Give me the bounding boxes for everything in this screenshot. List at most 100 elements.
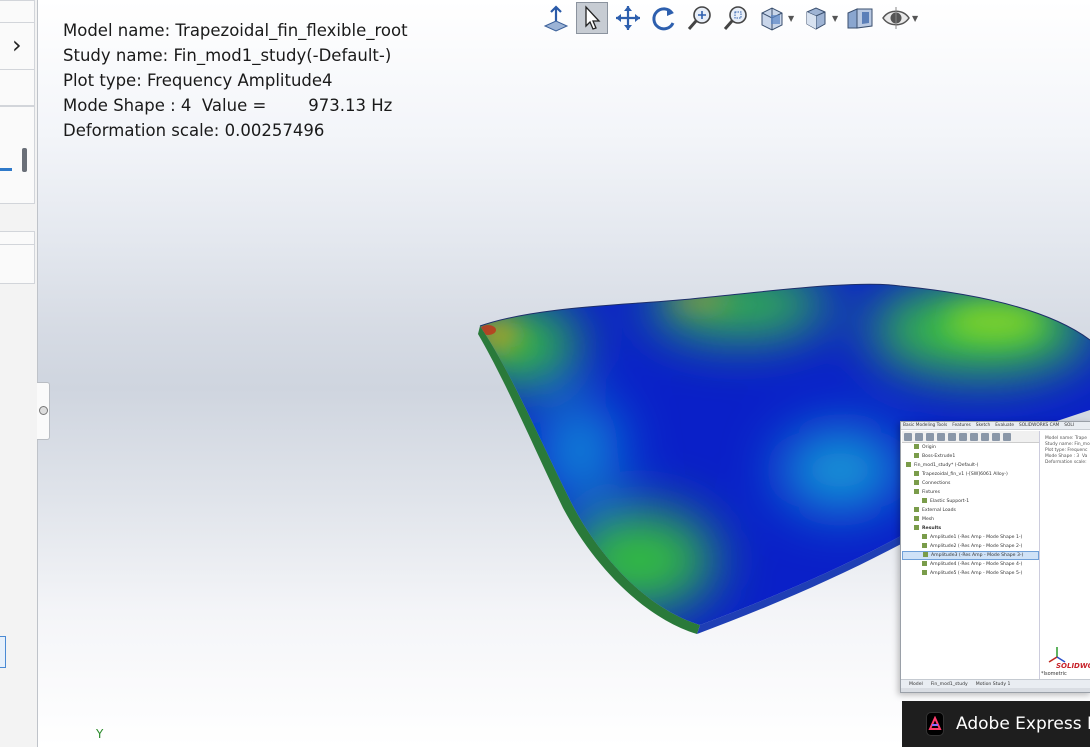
select-arrow-icon[interactable] (576, 2, 608, 34)
thumbnail-bottom-tab: Fin_mod1_study (930, 682, 968, 687)
thumbnail-tree-label: Trapezoidal_fin_v1 (-[SW]6061 Alloy-) (922, 472, 1008, 477)
plot-info-text: Model name: Trapezoidal_fin_flexible_roo… (63, 18, 408, 143)
tree-node-icon (906, 462, 911, 467)
splitter-grip-icon (39, 406, 48, 415)
thumbnail-tree-item: Amplitude3 (-Res Amp - Mode Shape 3-) (902, 551, 1039, 560)
section-view-icon[interactable] (756, 2, 788, 34)
thumbnail-bottom-tab: Motion Study 1 (975, 682, 1011, 687)
study-name-line: Study name: Fin_mod1_study(-Default-) (63, 46, 392, 65)
thumbnail-tree-label: Amplitude2 (-Res Amp - Mode Shape 2-) (930, 544, 1023, 549)
tree-node-icon (914, 480, 919, 485)
taskbar-item-adobe-express[interactable]: Adobe Express P (902, 701, 1090, 747)
thumbnail-tree-item: Fixtures (902, 488, 1039, 497)
thumbnail-info-text: Model name: Trape Study name: Fin_mo Plo… (1045, 436, 1090, 465)
tree-node-icon (914, 444, 919, 449)
thumbnail-tree-item: Amplitude2 (-Res Amp - Mode Shape 2-) (902, 542, 1039, 551)
chevron-right-icon[interactable]: › (12, 33, 22, 57)
zoom-to-area-icon[interactable] (720, 2, 752, 34)
thumbnail-tree-label: Results (922, 526, 942, 531)
panel-strip (0, 231, 35, 245)
thumbnail-tree-label: Connections (922, 481, 951, 486)
thumbnail-tree-label: Mesh (922, 517, 935, 522)
thumbnail-view-label: *Isometric (1041, 671, 1067, 677)
panel-selected-item[interactable] (0, 636, 6, 668)
tree-node-icon (922, 534, 927, 539)
tree-node-icon (922, 570, 927, 575)
thumbnail-tree-item: Results (902, 524, 1039, 533)
chevron-down-icon[interactable]: ▼ (788, 14, 796, 23)
thumbnail-tab: SOLIDWORKS CAM (1019, 423, 1060, 428)
panel-field (0, 244, 35, 284)
tree-node-icon (914, 516, 919, 521)
deformation-scale-line: Deformation scale: 0.00257496 (63, 121, 325, 140)
thumbnail-tree-item: Amplitude5 (-Res Amp - Mode Shape 5-) (902, 569, 1039, 578)
thumbnail-bottom-tab: Model (909, 682, 923, 687)
tree-node-icon (922, 561, 927, 566)
thumbnail-tab: Basic Modeling Tools (903, 423, 948, 428)
panel-selection-indicator (0, 168, 12, 171)
thumbnail-tree-label: Amplitude1 (-Res Amp - Mode Shape 1-) (930, 535, 1023, 540)
mode-shape-line: Mode Shape : 4 Value = 973.13 Hz (63, 96, 393, 115)
tree-node-icon (922, 498, 927, 503)
panel-strip-top (0, 0, 35, 23)
thumbnail-tree-toolbar (902, 431, 1039, 443)
triad-y-axis-label: Y (96, 727, 104, 741)
thumbnail-tree-label: External Loads (922, 508, 956, 513)
taskbar-window-thumbnail[interactable]: Basic Modeling Tools Features Sketch Evalua… (900, 421, 1090, 693)
chevron-down-icon[interactable]: ▼ (912, 14, 920, 23)
hide-show-icon[interactable] (880, 2, 912, 34)
pan-icon[interactable] (612, 2, 644, 34)
thumbnail-tree-label: Amplitude3 (-Res Amp - Mode Shape 3-) (931, 553, 1024, 558)
heads-up-view-toolbar: ▼ ▼ ▼ (540, 0, 920, 36)
thumbnail-tree-label: Boss-Extrude1 (922, 454, 956, 459)
thumbnail-watermark: SOLIDWOR (1056, 662, 1090, 670)
thumbnail-tree-label: Elastic Support-1 (930, 499, 970, 504)
thumbnail-tab: Sketch (975, 423, 991, 428)
taskbar-item-label: Adobe Express P (956, 714, 1090, 734)
thumbnail-feature-tree: Origin Boss-Extrude1 Fin_mod1_study* (-Def… (902, 431, 1040, 681)
tree-node-icon (922, 543, 927, 548)
thumbnail-tree-item: Origin (902, 443, 1039, 452)
thumbnail-tree-item: Amplitude1 (-Res Amp - Mode Shape 1-) (902, 533, 1039, 542)
panel-tree-area (0, 106, 35, 204)
rotate-icon[interactable] (648, 2, 680, 34)
display-style-icon[interactable] (800, 2, 832, 34)
thumbnail-tree-list: Origin Boss-Extrude1 Fin_mod1_study* (-Def… (902, 443, 1039, 578)
adobe-express-logo-icon (926, 712, 944, 736)
thumbnail-command-tabs: Basic Modeling Tools Features Sketch Evalua… (901, 422, 1090, 430)
tree-node-icon (914, 507, 919, 512)
view-orientation-icon[interactable] (844, 2, 876, 34)
thumbnail-status-bar (901, 688, 1090, 692)
zoom-to-fit-icon[interactable] (684, 2, 716, 34)
tree-node-icon (923, 552, 928, 557)
chevron-down-icon[interactable]: ▼ (832, 14, 840, 23)
thumbnail-tree-item: Connections (902, 479, 1039, 488)
thumbnail-tree-item: External Loads (902, 506, 1039, 515)
thumbnail-tree-item: Amplitude4 (-Res Amp - Mode Shape 4-) (902, 560, 1039, 569)
thumbnail-tree-item: Elastic Support-1 (902, 497, 1039, 506)
thumbnail-tree-label: Amplitude5 (-Res Amp - Mode Shape 5-) (930, 571, 1023, 576)
plot-type-line: Plot type: Frequency Amplitude4 (63, 71, 333, 90)
thumbnail-tree-label: Amplitude4 (-Res Amp - Mode Shape 4-) (930, 562, 1023, 567)
panel-splitter-handle[interactable] (37, 382, 50, 440)
thumbnail-tree-label: Fixtures (922, 490, 941, 495)
panel-strip (0, 69, 35, 106)
normal-to-icon[interactable] (540, 2, 572, 34)
graphics-viewport[interactable]: › Model name: Trapezoidal_fin_flexible_r… (0, 0, 1090, 747)
thumbnail-tab: Features (952, 423, 971, 428)
thumbnail-tree-item: Fin_mod1_study* (-Default-) (902, 461, 1039, 470)
thumbnail-tree-label: Origin (922, 445, 936, 450)
thumbnail-tree-item: Trapezoidal_fin_v1 (-[SW]6061 Alloy-) (902, 470, 1039, 479)
thumbnail-tab: SOLI (1064, 423, 1075, 428)
thumbnail-tab: Evaluate (995, 423, 1014, 428)
thumbnail-tree-item: Boss-Extrude1 (902, 452, 1039, 461)
tree-node-icon (914, 471, 919, 476)
tree-node-icon (914, 525, 919, 530)
thumbnail-tree-label: Fin_mod1_study* (-Default-) (914, 463, 979, 468)
tree-node-icon (914, 453, 919, 458)
feature-manager-panel-collapsed: › (0, 0, 38, 747)
model-name-line: Model name: Trapezoidal_fin_flexible_roo… (63, 21, 408, 40)
tree-node-icon (914, 489, 919, 494)
thumbnail-tree-item: Mesh (902, 515, 1039, 524)
panel-scrollbar-thumb[interactable] (22, 148, 27, 172)
